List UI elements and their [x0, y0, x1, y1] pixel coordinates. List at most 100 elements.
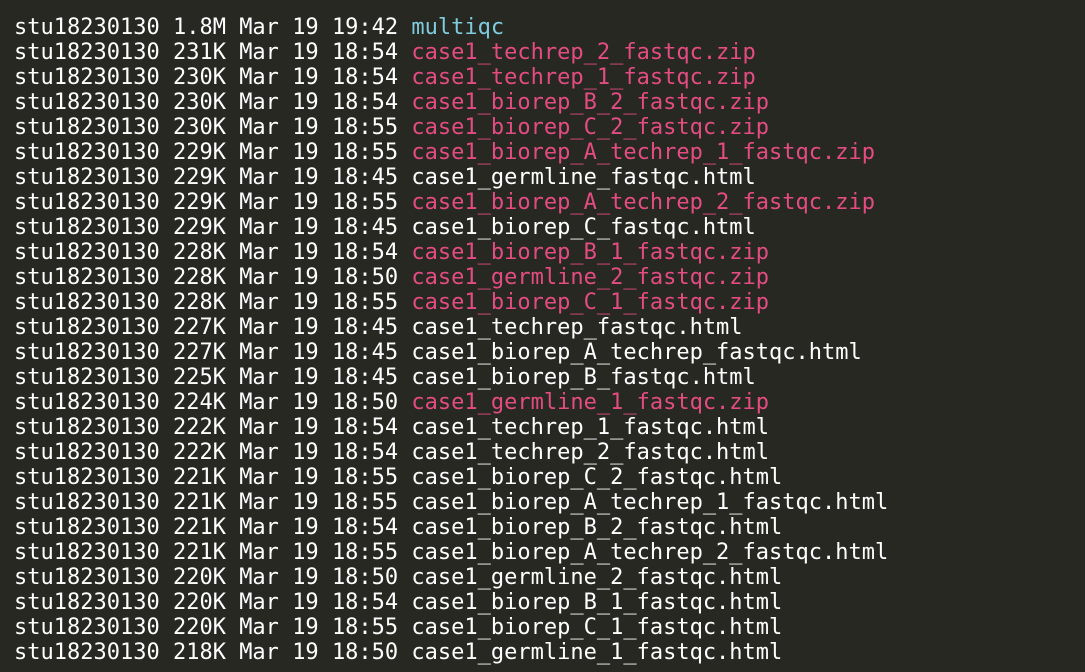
listing-row: stu18230130 230K Mar 19 18:55 case1_bior… [14, 115, 888, 140]
file-name[interactable]: case1_techrep_1_fastqc.zip [411, 65, 755, 90]
file-day: 19 [292, 290, 319, 315]
file-name[interactable]: case1_biorep_C_1_fastqc.zip [411, 290, 769, 315]
file-time: 18:55 [331, 540, 399, 565]
file-name[interactable]: case1_biorep_B_2_fastqc.html [411, 515, 782, 540]
file-name[interactable]: case1_biorep_B_1_fastqc.zip [411, 240, 769, 265]
file-month: Mar [239, 415, 279, 440]
file-month: Mar [239, 440, 279, 465]
file-owner: stu18230130 [14, 365, 160, 390]
file-month: Mar [239, 640, 279, 665]
file-month: Mar [239, 290, 279, 315]
file-name[interactable]: case1_biorep_C_1_fastqc.html [411, 615, 782, 640]
file-name[interactable]: case1_germline_1_fastqc.zip [411, 390, 769, 415]
file-owner: stu18230130 [14, 315, 160, 340]
file-month: Mar [239, 90, 279, 115]
file-name[interactable]: case1_biorep_B_fastqc.html [411, 365, 755, 390]
file-size: 222K [172, 415, 226, 440]
file-day: 19 [292, 540, 319, 565]
file-name[interactable]: case1_techrep_2_fastqc.zip [411, 40, 755, 65]
file-month: Mar [239, 340, 279, 365]
file-name[interactable]: case1_biorep_B_2_fastqc.zip [411, 90, 769, 115]
file-time: 18:45 [331, 215, 399, 240]
file-size: 218K [172, 640, 226, 665]
file-name[interactable]: case1_techrep_2_fastqc.html [411, 440, 769, 465]
listing-row: stu18230130 228K Mar 19 18:50 case1_germ… [14, 265, 888, 290]
file-day: 19 [292, 240, 319, 265]
file-name[interactable]: case1_biorep_A_techrep_2_fastqc.zip [411, 190, 875, 215]
listing-row: stu18230130 225K Mar 19 18:45 case1_bior… [14, 365, 888, 390]
file-day: 19 [292, 615, 319, 640]
file-owner: stu18230130 [14, 440, 160, 465]
file-month: Mar [239, 390, 279, 415]
listing-row: stu18230130 221K Mar 19 18:55 case1_bior… [14, 465, 888, 490]
file-owner: stu18230130 [14, 190, 160, 215]
file-size: 228K [172, 265, 226, 290]
directory-listing: stu18230130 1.8M Mar 19 19:42 multiqc stu… [14, 15, 888, 665]
file-owner: stu18230130 [14, 465, 160, 490]
file-time: 18:50 [331, 640, 399, 665]
file-owner: stu18230130 [14, 540, 160, 565]
file-day: 19 [292, 490, 319, 515]
file-time: 18:45 [331, 340, 399, 365]
file-time: 18:54 [331, 515, 399, 540]
file-name[interactable]: case1_germline_fastqc.html [411, 165, 755, 190]
file-time: 18:55 [331, 140, 399, 165]
file-day: 19 [292, 140, 319, 165]
file-day: 19 [292, 65, 319, 90]
file-month: Mar [239, 265, 279, 290]
file-day: 19 [292, 465, 319, 490]
file-name[interactable]: case1_biorep_A_techrep_1_fastqc.html [411, 490, 888, 515]
file-day: 19 [292, 90, 319, 115]
file-month: Mar [239, 615, 279, 640]
file-owner: stu18230130 [14, 515, 160, 540]
file-name[interactable]: case1_biorep_B_1_fastqc.html [411, 590, 782, 615]
file-size: 220K [172, 615, 226, 640]
file-name[interactable]: case1_biorep_A_techrep_2_fastqc.html [411, 540, 888, 565]
file-name[interactable]: case1_biorep_C_fastqc.html [411, 215, 755, 240]
file-name[interactable]: case1_germline_1_fastqc.html [411, 640, 782, 665]
file-owner: stu18230130 [14, 640, 160, 665]
file-name[interactable]: case1_biorep_A_techrep_fastqc.html [411, 340, 861, 365]
file-size: 225K [172, 365, 226, 390]
file-owner: stu18230130 [14, 340, 160, 365]
listing-row: stu18230130 228K Mar 19 18:54 case1_bior… [14, 240, 888, 265]
file-owner: stu18230130 [14, 115, 160, 140]
file-day: 19 [292, 165, 319, 190]
file-day: 19 [292, 265, 319, 290]
file-month: Mar [239, 165, 279, 190]
file-name[interactable]: case1_techrep_1_fastqc.html [411, 415, 769, 440]
listing-row: stu18230130 220K Mar 19 18:54 case1_bior… [14, 590, 888, 615]
file-time: 18:54 [331, 590, 399, 615]
file-size: 221K [172, 515, 226, 540]
file-month: Mar [239, 315, 279, 340]
file-day: 19 [292, 315, 319, 340]
file-time: 18:54 [331, 65, 399, 90]
terminal-window[interactable]: stu18230130 1.8M Mar 19 19:42 multiqc stu… [0, 0, 1085, 672]
file-name[interactable]: multiqc [411, 15, 504, 40]
file-name[interactable]: case1_biorep_C_2_fastqc.html [411, 465, 782, 490]
file-day: 19 [292, 190, 319, 215]
file-name[interactable]: case1_biorep_C_2_fastqc.zip [411, 115, 769, 140]
file-day: 19 [292, 640, 319, 665]
file-size: 229K [172, 140, 226, 165]
listing-row: stu18230130 231K Mar 19 18:54 case1_tech… [14, 40, 888, 65]
file-size: 231K [172, 40, 226, 65]
file-name[interactable]: case1_techrep_fastqc.html [411, 315, 742, 340]
file-time: 18:54 [331, 240, 399, 265]
file-month: Mar [239, 115, 279, 140]
file-time: 18:54 [331, 440, 399, 465]
file-day: 19 [292, 590, 319, 615]
file-day: 19 [292, 115, 319, 140]
file-name[interactable]: case1_germline_2_fastqc.html [411, 565, 782, 590]
file-owner: stu18230130 [14, 590, 160, 615]
file-time: 18:54 [331, 40, 399, 65]
file-owner: stu18230130 [14, 415, 160, 440]
file-month: Mar [239, 215, 279, 240]
listing-row: stu18230130 227K Mar 19 18:45 case1_bior… [14, 340, 888, 365]
file-owner: stu18230130 [14, 65, 160, 90]
file-name[interactable]: case1_biorep_A_techrep_1_fastqc.zip [411, 140, 875, 165]
listing-row: stu18230130 229K Mar 19 18:55 case1_bior… [14, 190, 888, 215]
file-size: 221K [172, 465, 226, 490]
listing-row: stu18230130 230K Mar 19 18:54 case1_tech… [14, 65, 888, 90]
file-name[interactable]: case1_germline_2_fastqc.zip [411, 265, 769, 290]
